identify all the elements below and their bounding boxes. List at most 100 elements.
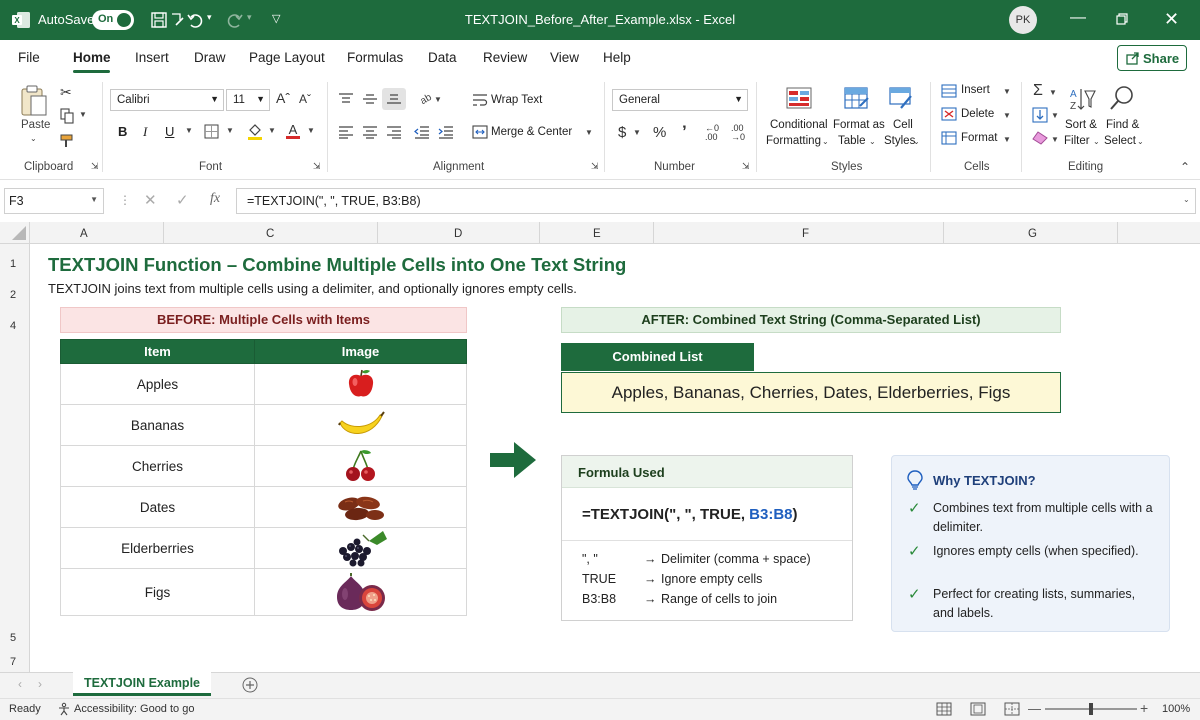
paste-dropdown-icon[interactable]: ⌄ bbox=[30, 134, 37, 143]
clear-dropdown-icon[interactable]: ▼ bbox=[1051, 135, 1059, 144]
image-cell[interactable] bbox=[254, 527, 467, 569]
format-as-table-icon[interactable] bbox=[844, 86, 870, 112]
find-select-line1[interactable]: Find & bbox=[1106, 119, 1139, 131]
sort-filter-line2[interactable]: Filter bbox=[1064, 135, 1090, 147]
combined-list-label[interactable]: Combined List bbox=[561, 343, 754, 371]
clipboard-launcher-icon[interactable]: ⇲ bbox=[91, 161, 99, 172]
sheet-title[interactable]: TEXTJOIN Function – Combine Multiple Cel… bbox=[48, 254, 626, 276]
currency-icon[interactable]: $ bbox=[618, 124, 626, 141]
increase-decimal-icon[interactable]: ←0.00 bbox=[705, 124, 719, 142]
merge-center-icon[interactable] bbox=[472, 125, 488, 139]
accessibility-status[interactable]: Accessibility: Good to go bbox=[74, 703, 194, 715]
page-break-view-icon[interactable] bbox=[1004, 702, 1020, 716]
row-header-1[interactable]: 1 bbox=[10, 258, 16, 270]
font-color-icon[interactable]: A bbox=[286, 121, 300, 140]
item-cell[interactable]: Dates bbox=[60, 486, 255, 528]
before-header[interactable]: BEFORE: Multiple Cells with Items bbox=[60, 307, 467, 333]
orientation-icon[interactable]: ab bbox=[416, 91, 434, 107]
autosum-icon[interactable]: Σ bbox=[1033, 82, 1043, 100]
wrap-text-icon[interactable] bbox=[472, 93, 488, 107]
image-column-header[interactable]: Image bbox=[254, 339, 467, 364]
borders-icon[interactable] bbox=[204, 124, 219, 139]
item-cell[interactable]: Bananas bbox=[60, 404, 255, 446]
number-launcher-icon[interactable]: ⇲ bbox=[742, 161, 750, 172]
insert-cells-label[interactable]: Insert bbox=[961, 84, 990, 96]
column-header-g[interactable]: G bbox=[1028, 228, 1037, 240]
image-cell[interactable] bbox=[254, 445, 467, 487]
format-painter-icon[interactable] bbox=[60, 134, 76, 148]
bold-button[interactable]: B bbox=[118, 124, 127, 139]
menu-view[interactable]: View bbox=[550, 50, 579, 65]
paste-icon[interactable] bbox=[20, 84, 48, 118]
percent-icon[interactable]: % bbox=[653, 124, 666, 141]
format-as-table-line1[interactable]: Format as bbox=[833, 119, 885, 131]
zoom-slider-thumb[interactable] bbox=[1089, 703, 1093, 715]
sort-filter-icon[interactable]: AZ bbox=[1068, 85, 1096, 113]
sort-filter-line1[interactable]: Sort & bbox=[1065, 119, 1097, 131]
more-options-icon[interactable]: ⋮ bbox=[119, 193, 131, 207]
column-divider[interactable] bbox=[653, 222, 654, 244]
format-cells-label[interactable]: Format bbox=[961, 132, 997, 144]
increase-indent-icon[interactable] bbox=[438, 125, 454, 139]
normal-view-icon[interactable] bbox=[936, 702, 952, 716]
conditional-formatting-line2[interactable]: Formatting bbox=[766, 135, 821, 147]
cancel-entry-icon[interactable]: ✕ bbox=[144, 191, 157, 209]
zoom-in-icon[interactable]: + bbox=[1140, 700, 1148, 716]
cell-styles-line2[interactable]: Styles bbox=[884, 135, 915, 147]
conditional-formatting-icon[interactable] bbox=[786, 86, 812, 112]
item-cell[interactable]: Apples bbox=[60, 363, 255, 405]
select-all-button[interactable] bbox=[0, 222, 30, 244]
after-header[interactable]: AFTER: Combined Text String (Comma-Separ… bbox=[561, 307, 1061, 333]
name-box[interactable]: F3 ▼ bbox=[4, 188, 104, 214]
column-divider[interactable] bbox=[377, 222, 378, 244]
format-as-table-line2[interactable]: Table bbox=[838, 135, 866, 147]
item-cell[interactable]: Elderberries bbox=[60, 527, 255, 569]
find-select-icon[interactable] bbox=[1108, 84, 1136, 112]
column-divider[interactable] bbox=[539, 222, 540, 244]
menu-review[interactable]: Review bbox=[483, 50, 527, 65]
fill-color-dropdown-icon[interactable]: ▼ bbox=[268, 126, 276, 135]
clear-icon[interactable] bbox=[1032, 131, 1048, 145]
fill-icon[interactable] bbox=[1032, 107, 1048, 123]
menu-file[interactable]: File bbox=[18, 50, 40, 65]
close-icon[interactable]: ✕ bbox=[1164, 9, 1179, 30]
share-button[interactable]: Share bbox=[1117, 45, 1187, 71]
decrease-decimal-icon[interactable]: .00 →0 bbox=[731, 124, 745, 142]
menu-formulas[interactable]: Formulas bbox=[347, 50, 403, 65]
delete-dropdown-icon[interactable]: ▼ bbox=[1003, 111, 1011, 120]
menu-help[interactable]: Help bbox=[603, 50, 631, 65]
insert-dropdown-icon[interactable]: ▼ bbox=[1003, 87, 1011, 96]
restore-icon[interactable] bbox=[1116, 13, 1128, 25]
underline-button[interactable]: U bbox=[165, 124, 174, 139]
comma-style-icon[interactable]: ’ bbox=[682, 122, 687, 142]
image-cell[interactable] bbox=[254, 486, 467, 528]
format-cells-icon[interactable] bbox=[941, 131, 957, 145]
accessibility-icon[interactable] bbox=[57, 702, 71, 716]
find-dropdown-icon[interactable]: ⌄ bbox=[1137, 137, 1144, 146]
copy-dropdown-icon[interactable]: ▼ bbox=[79, 110, 87, 119]
zoom-level[interactable]: 100% bbox=[1162, 703, 1190, 715]
row-header-2[interactable]: 2 bbox=[10, 289, 16, 301]
delete-cells-icon[interactable] bbox=[941, 107, 957, 121]
fill-dropdown-icon[interactable]: ▼ bbox=[1051, 111, 1059, 120]
column-divider[interactable] bbox=[163, 222, 164, 244]
alignment-launcher-icon[interactable]: ⇲ bbox=[591, 161, 599, 172]
zoom-slider[interactable] bbox=[1045, 703, 1137, 715]
insert-cells-icon[interactable] bbox=[941, 84, 957, 98]
italic-button[interactable]: I bbox=[143, 124, 147, 140]
paste-label[interactable]: Paste bbox=[21, 119, 50, 131]
merge-center-label[interactable]: Merge & Center bbox=[491, 126, 572, 138]
expand-formula-bar-icon[interactable]: ⌄ bbox=[1183, 195, 1190, 204]
fill-color-icon[interactable] bbox=[247, 122, 263, 140]
currency-dropdown-icon[interactable]: ▼ bbox=[633, 128, 641, 137]
align-left-icon[interactable] bbox=[338, 125, 354, 139]
align-middle-icon[interactable] bbox=[362, 92, 378, 106]
page-layout-view-icon[interactable] bbox=[970, 702, 986, 716]
borders-dropdown-icon[interactable]: ▼ bbox=[226, 126, 234, 135]
row-header-5[interactable]: 5 bbox=[10, 632, 16, 644]
cell-styles-icon[interactable] bbox=[889, 86, 915, 112]
minimize-icon[interactable]: — bbox=[1070, 9, 1086, 27]
sheet-subtitle[interactable]: TEXTJOIN joins text from multiple cells … bbox=[48, 281, 577, 296]
conditional-dropdown-icon[interactable]: ⌄ bbox=[822, 137, 829, 146]
menu-data[interactable]: Data bbox=[428, 50, 457, 65]
